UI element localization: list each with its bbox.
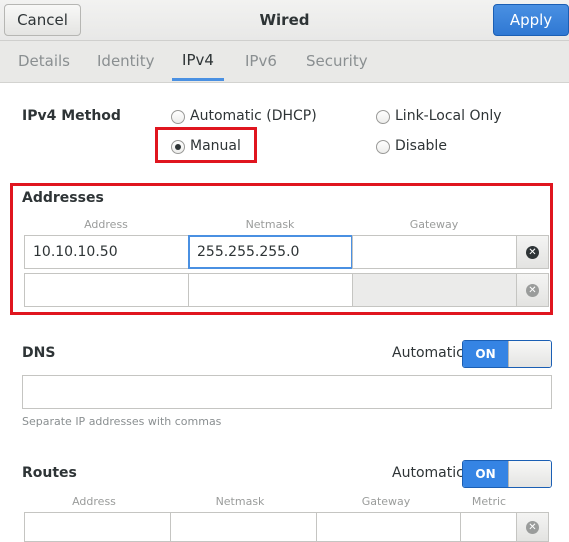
tab-identity[interactable]: Identity [97, 41, 155, 81]
radio-disable[interactable] [376, 140, 390, 154]
route-metric-input[interactable] [460, 512, 517, 542]
dns-input[interactable] [22, 375, 552, 409]
delete-address-button-1[interactable]: ✕ [516, 235, 549, 269]
address-input-1[interactable]: 10.10.10.50 [24, 235, 189, 269]
routes-col-address: Address [72, 495, 116, 508]
tab-ipv6[interactable]: IPv6 [245, 41, 277, 81]
netmask-input-1[interactable]: 255.255.255.0 [188, 235, 353, 269]
dns-hint: Separate IP addresses with commas [22, 415, 222, 428]
address-input-2[interactable] [24, 273, 189, 307]
switch-on-label: ON [463, 461, 508, 487]
netmask-input-2[interactable] [188, 273, 353, 307]
addresses-col-netmask: Netmask [245, 218, 295, 231]
radio-manual-label[interactable]: Manual [190, 138, 241, 154]
routes-col-metric: Metric [471, 495, 507, 508]
radio-automatic-dhcp[interactable] [171, 110, 185, 124]
addresses-col-gateway: Gateway [409, 218, 459, 231]
tab-ipv4[interactable]: IPv4 [172, 41, 224, 81]
dns-label: DNS [22, 345, 56, 361]
gateway-input-2 [352, 273, 517, 307]
radio-link-local-only-label[interactable]: Link-Local Only [395, 108, 502, 124]
switch-knob [508, 461, 551, 487]
delete-address-button-2[interactable]: ✕ [516, 273, 549, 307]
dns-automatic-label: Automatic [392, 345, 464, 361]
routes-automatic-switch[interactable]: ON [462, 460, 552, 488]
tab-bar: Details Identity IPv4 IPv6 Security [0, 41, 569, 83]
routes-label: Routes [22, 465, 77, 481]
route-address-input[interactable] [24, 512, 171, 542]
radio-disable-label[interactable]: Disable [395, 138, 447, 154]
addresses-label: Addresses [22, 190, 104, 206]
cancel-button[interactable]: Cancel [4, 4, 81, 36]
tab-security[interactable]: Security [306, 41, 368, 81]
gateway-input-1[interactable] [352, 235, 517, 269]
routes-col-netmask: Netmask [215, 495, 265, 508]
switch-on-label: ON [463, 341, 508, 367]
dialog-title: Wired [259, 11, 310, 29]
radio-manual[interactable] [171, 140, 185, 154]
close-icon: ✕ [526, 283, 539, 297]
ipv4-method-label: IPv4 Method [22, 108, 121, 124]
addresses-col-address: Address [84, 218, 128, 231]
dns-automatic-switch[interactable]: ON [462, 340, 552, 368]
switch-knob [508, 341, 551, 367]
route-netmask-input[interactable] [170, 512, 317, 542]
tab-details[interactable]: Details [18, 41, 70, 81]
routes-automatic-label: Automatic [392, 465, 464, 481]
delete-route-button[interactable]: ✕ [516, 512, 549, 542]
radio-automatic-dhcp-label[interactable]: Automatic (DHCP) [190, 108, 317, 124]
route-gateway-input[interactable] [316, 512, 461, 542]
routes-col-gateway: Gateway [361, 495, 411, 508]
close-icon: ✕ [526, 245, 539, 259]
apply-button[interactable]: Apply [493, 4, 569, 36]
close-icon: ✕ [526, 520, 539, 534]
radio-link-local-only[interactable] [376, 110, 390, 124]
